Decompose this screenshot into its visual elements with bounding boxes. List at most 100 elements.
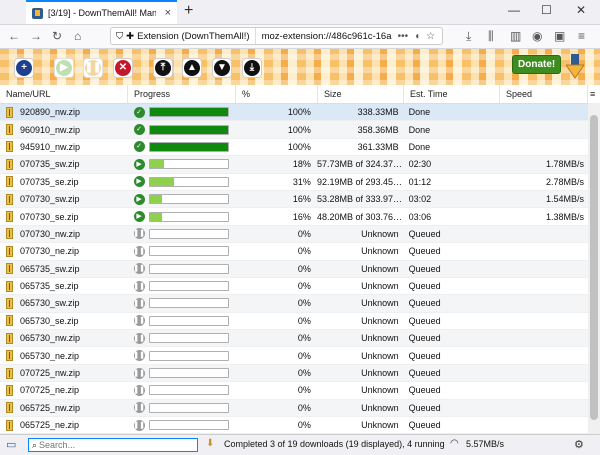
column-header-name[interactable]: Name/URL — [0, 85, 128, 103]
downloads-icon[interactable]: ⤓ — [466, 29, 471, 44]
queued-status-icon[interactable]: ❚❚ — [133, 367, 145, 379]
add-download-button[interactable]: + — [14, 58, 34, 78]
queued-status-icon[interactable]: ❚❚ — [133, 297, 145, 309]
resume-button[interactable]: ▶ — [54, 58, 74, 78]
column-header-eta[interactable]: Est. Time — [404, 85, 500, 103]
speed-gauge-icon: ◠ — [450, 438, 459, 449]
queued-status-icon[interactable]: ❚❚ — [133, 315, 145, 327]
reload-icon[interactable]: ↻ — [52, 29, 62, 43]
minimize-button[interactable]: — — [508, 3, 520, 17]
download-row[interactable]: 070725_nw.zip ❚❚ 0% Unknown Queued — [0, 364, 588, 383]
window-icon[interactable]: ▭ — [6, 438, 16, 451]
download-row[interactable]: 960910_nw.zip ✓ 100% 358.36MB Done — [0, 121, 588, 139]
progress-bar — [148, 176, 229, 187]
download-row[interactable]: 065730_sw.zip ❚❚ 0% Unknown Queued — [0, 295, 588, 313]
download-row[interactable]: 070735_se.zip ▶ 31% 92.19MB of 293.45… 01:12… — [0, 174, 588, 191]
account-icon[interactable]: ◉ — [532, 29, 542, 43]
eta-value: Queued — [408, 315, 441, 326]
download-row[interactable]: 920890_nw.zip ✓ 100% 338.33MB Done — [0, 104, 588, 122]
download-row[interactable]: 945910_nw.zip ✓ 100% 361.33MB Done — [0, 139, 588, 157]
zip-file-icon — [6, 402, 13, 414]
done-check-icon[interactable]: ✓ — [133, 106, 145, 118]
queued-status-icon[interactable]: ❚❚ — [133, 350, 145, 362]
move-down-button[interactable]: ▼ — [212, 58, 232, 78]
bookmark-star-icon[interactable]: ☆ — [426, 31, 435, 42]
address-text[interactable]: moz-extension://486c961c-16a… — [256, 31, 392, 42]
pocket-icon[interactable]: ◖ — [414, 31, 420, 42]
row-progress-cell: ❚❚ — [128, 315, 236, 327]
download-row[interactable]: 065725_nw.zip ❚❚ 0% Unknown Queued — [0, 399, 588, 418]
running-play-icon[interactable]: ▶ — [133, 158, 145, 170]
download-row[interactable]: 065735_sw.zip ❚❚ 0% Unknown Queued — [0, 260, 588, 278]
download-row[interactable]: 065730_se.zip ❚❚ 0% Unknown Queued — [0, 313, 588, 331]
download-row[interactable]: 070730_sw.zip ▶ 16% 53.28MB of 333.97… 03:02… — [0, 190, 588, 209]
download-row[interactable]: 065730_ne.zip ❚❚ 0% Unknown Queued — [0, 347, 588, 365]
donate-button[interactable]: Donate! — [512, 55, 562, 74]
queued-status-icon[interactable]: ❚❚ — [133, 402, 145, 414]
page-actions-icon[interactable]: ••• — [398, 31, 409, 42]
download-arrow-icon[interactable] — [566, 53, 584, 79]
sidebar-icon[interactable]: ▥ — [510, 29, 521, 43]
running-play-icon[interactable]: ▶ — [133, 176, 145, 188]
move-top-button[interactable]: ⤒ — [153, 58, 173, 78]
queued-status-icon[interactable]: ❚❚ — [133, 228, 145, 240]
progress-fill — [149, 108, 228, 117]
done-check-icon[interactable]: ✓ — [133, 141, 145, 153]
zip-file-icon — [6, 332, 13, 344]
move-up-button[interactable]: ▲ — [182, 58, 202, 78]
row-progress-cell: ❚❚ — [128, 332, 236, 344]
settings-gear-icon[interactable]: ⚙ — [574, 438, 584, 451]
new-tab-button[interactable]: + — [184, 2, 193, 20]
queued-status-icon[interactable]: ❚❚ — [133, 419, 145, 431]
download-row[interactable]: 070730_se.zip ▶ 16% 48.20MB of 303.76… 03:06… — [0, 208, 588, 226]
running-play-icon[interactable]: ▶ — [133, 211, 145, 223]
cancel-button[interactable]: ✕ — [113, 58, 133, 78]
running-play-icon[interactable]: ▶ — [133, 193, 145, 205]
column-header-speed[interactable]: Speed — [500, 85, 588, 103]
progress-fill — [149, 212, 163, 221]
menu-icon[interactable]: ≡ — [578, 29, 585, 43]
column-header-progress[interactable]: Progress — [128, 85, 236, 103]
download-row[interactable]: 070735_sw.zip ▶ 18% 57.73MB of 324.37… 02:30… — [0, 156, 588, 174]
download-row[interactable]: 070730_ne.zip ❚❚ 0% Unknown Queued — [0, 243, 588, 261]
queued-status-icon[interactable]: ❚❚ — [133, 280, 145, 292]
close-window-button[interactable]: ✕ — [576, 3, 586, 17]
library-icon[interactable]: ⫼ — [488, 29, 494, 44]
move-bottom-button[interactable]: ⤓ — [242, 58, 262, 78]
maximize-button[interactable]: ☐ — [541, 3, 552, 17]
row-progress-cell: ❚❚ — [128, 419, 236, 431]
queued-status-icon[interactable]: ❚❚ — [133, 332, 145, 344]
search-box[interactable]: ⌕ — [28, 438, 198, 452]
speed-value: 2.78MB/s — [545, 176, 584, 187]
file-name: 960910_nw.zip — [20, 124, 81, 135]
download-row[interactable]: 065735_se.zip ❚❚ 0% Unknown Queued — [0, 278, 588, 296]
column-picker-icon[interactable]: ≡ — [588, 85, 600, 103]
download-row[interactable]: 065725_ne.zip ❚❚ 0% Unknown Queued — [0, 417, 588, 434]
forward-icon[interactable]: → — [30, 29, 42, 43]
column-header-size[interactable]: Size — [318, 85, 404, 103]
active-tab[interactable]: [3/19] - DownThemAll! Manager × — [26, 0, 177, 24]
pause-button[interactable]: ❚❚ — [83, 58, 103, 78]
dta-toolbar-icon[interactable]: ▣ — [554, 29, 565, 43]
url-bar[interactable]: ⛉ ✚ Extension (DownThemAll!) moz-extensi… — [110, 27, 443, 45]
done-check-icon[interactable]: ✓ — [133, 124, 145, 136]
row-name-cell: 070730_nw.zip — [0, 228, 128, 240]
site-identity[interactable]: ⛉ ✚ Extension (DownThemAll!) — [111, 28, 256, 44]
search-input[interactable] — [37, 440, 187, 450]
queued-status-icon[interactable]: ❚❚ — [133, 384, 145, 396]
queued-status-icon[interactable]: ❚❚ — [133, 245, 145, 257]
download-row[interactable]: 070730_nw.zip ❚❚ 0% Unknown Queued — [0, 225, 588, 244]
queued-status-icon[interactable]: ❚❚ — [133, 263, 145, 275]
column-header-percent[interactable]: % — [236, 85, 318, 103]
progress-bar — [148, 420, 229, 431]
download-row[interactable]: 065730_nw.zip ❚❚ 0% Unknown Queued — [0, 330, 588, 348]
back-icon[interactable]: ← — [8, 29, 20, 43]
home-icon[interactable]: ⌂ — [74, 29, 81, 43]
row-progress-cell: ✓ — [128, 124, 236, 136]
percent-value: 100% — [287, 107, 311, 118]
scrollbar-thumb[interactable] — [590, 115, 598, 420]
vertical-scrollbar[interactable] — [588, 103, 600, 434]
percent-value: 0% — [297, 298, 311, 309]
tab-close-icon[interactable]: × — [165, 7, 171, 19]
download-row[interactable]: 070725_ne.zip ❚❚ 0% Unknown Queued — [0, 382, 588, 400]
